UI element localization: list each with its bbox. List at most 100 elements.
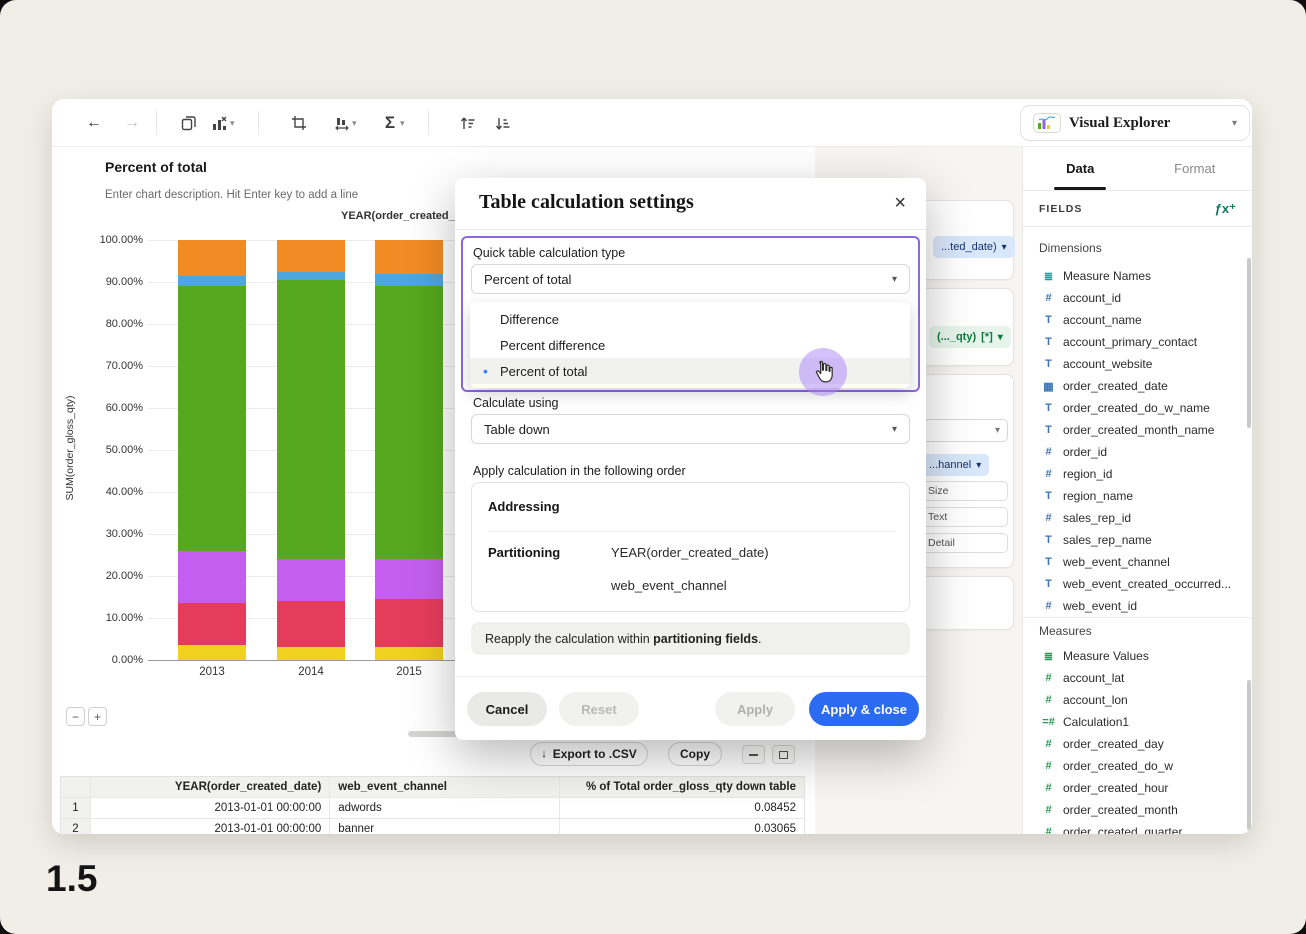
field-item-order-created-date[interactable]: ▦order_created_date <box>1023 375 1245 397</box>
bar-segment-segment-purple[interactable] <box>375 559 443 599</box>
field-item-web-event-created-occurred-[interactable]: Tweb_event_created_occurred... <box>1023 573 1245 595</box>
export-csv-button[interactable]: ↓ Export to .CSV <box>530 742 648 766</box>
field-item-order-created-day[interactable]: #order_created_day <box>1023 733 1245 755</box>
field-item-order-created-do-w-name[interactable]: Torder_created_do_w_name <box>1023 397 1245 419</box>
field-label: order_created_month_name <box>1063 423 1214 437</box>
quick-calc-select[interactable]: Percent of total ▾ <box>471 264 910 294</box>
bar-segment-segment-orange[interactable] <box>375 240 443 274</box>
back-arrow-icon[interactable]: ← <box>82 111 106 135</box>
columns-field-pill[interactable]: ...ted_date) ▾ <box>933 236 1015 258</box>
sigma-aggregate-icon[interactable]: Σ <box>378 111 402 135</box>
sort-ascending-icon[interactable] <box>455 111 479 135</box>
calculate-using-select[interactable]: Table down ▾ <box>471 414 910 444</box>
workspace-caret-icon[interactable]: ▾ <box>1232 118 1237 129</box>
field-item-account-website[interactable]: Taccount_website <box>1023 353 1245 375</box>
field-item-region-id[interactable]: #region_id <box>1023 463 1245 485</box>
collapse-table-button[interactable] <box>742 745 765 764</box>
bar-segment-segment-purple[interactable] <box>178 551 246 604</box>
field-item-account-primary-contact[interactable]: Taccount_primary_contact <box>1023 331 1245 353</box>
tab-format[interactable]: Format <box>1138 147 1253 190</box>
channel-column-header[interactable]: web_event_channel <box>330 777 559 797</box>
partitioning-field[interactable]: web_event_channel <box>611 578 727 593</box>
bar-segment-segment-yellow[interactable] <box>277 647 345 660</box>
field-item-order-created-month-name[interactable]: Torder_created_month_name <box>1023 419 1245 441</box>
sort-descending-icon[interactable] <box>490 111 514 135</box>
forward-arrow-icon[interactable]: → <box>120 111 144 135</box>
duplicate-icon[interactable] <box>177 111 201 135</box>
year-column-header[interactable]: YEAR(order_created_date) <box>91 777 330 797</box>
field-item-sales-rep-id[interactable]: #sales_rep_id <box>1023 507 1245 529</box>
bar-segment-segment-green[interactable] <box>375 286 443 559</box>
expand-table-button[interactable] <box>772 745 795 764</box>
detail-drop-target[interactable]: Detail <box>919 533 1008 553</box>
field-item-account-id[interactable]: #account_id <box>1023 287 1245 309</box>
add-calculation-icon[interactable]: ƒx⁺ <box>1215 201 1236 217</box>
apply-and-close-button[interactable]: Apply & close <box>809 692 919 726</box>
pct-column-header[interactable]: % of Total order_gloss_qty down table <box>560 777 804 797</box>
pill-caret-icon[interactable]: ▾ <box>1002 242 1007 253</box>
rows-field-pill[interactable]: (..._qty) [*] ▾ <box>929 326 1011 348</box>
field-item-measure-values[interactable]: ≣Measure Values <box>1023 645 1245 667</box>
apply-button[interactable]: Apply <box>715 692 795 726</box>
measures-scrollbar-thumb[interactable] <box>1247 680 1251 830</box>
field-item-order-created-quarter[interactable]: #order_created_quarter <box>1023 821 1245 834</box>
chart-options-caret-icon[interactable]: ▾ <box>230 118 235 129</box>
result-table: YEAR(order_created_date) web_event_chann… <box>60 776 805 834</box>
dropdown-option-difference[interactable]: Difference <box>470 306 910 332</box>
text-drop-target[interactable]: Text <box>919 507 1008 527</box>
bar-segment-segment-green[interactable] <box>178 286 246 551</box>
bar-segment-segment-red[interactable] <box>277 601 345 647</box>
bar-segment-segment-orange[interactable] <box>178 240 246 276</box>
field-item-web-event-id[interactable]: #web_event_id <box>1023 595 1245 617</box>
partitioning-field[interactable]: YEAR(order_created_date) <box>611 545 769 560</box>
bar-segment-segment-blue[interactable] <box>178 276 246 287</box>
swap-axes-icon[interactable] <box>330 111 354 135</box>
chart-subtitle[interactable]: Enter chart description. Hit Enter key t… <box>105 189 358 201</box>
swap-axes-caret-icon[interactable]: ▾ <box>352 118 357 129</box>
bar-segment-segment-yellow[interactable] <box>178 645 246 660</box>
field-item-account-lon[interactable]: #account_lon <box>1023 689 1245 711</box>
dropdown-option-percent-difference[interactable]: Percent difference <box>470 332 910 358</box>
reset-button[interactable]: Reset <box>559 692 639 726</box>
size-drop-target[interactable]: Size <box>919 481 1008 501</box>
cancel-button[interactable]: Cancel <box>467 692 547 726</box>
bar-segment-segment-red[interactable] <box>375 599 443 647</box>
tab-data[interactable]: Data <box>1023 147 1138 190</box>
field-item-order-created-do-w[interactable]: #order_created_do_w <box>1023 755 1245 777</box>
dimensions-scrollbar-thumb[interactable] <box>1247 258 1251 428</box>
field-label: account_website <box>1063 357 1152 371</box>
zoom-in-button[interactable]: + <box>88 707 107 726</box>
field-item-calculation1[interactable]: =#Calculation1 <box>1023 711 1245 733</box>
bar-segment-segment-yellow[interactable] <box>375 647 443 660</box>
field-item-order-created-month[interactable]: #order_created_month <box>1023 799 1245 821</box>
workspace-selector[interactable]: Visual Explorer ▾ <box>1020 105 1250 141</box>
bar-segment-segment-blue[interactable] <box>375 274 443 287</box>
field-item-web-event-channel[interactable]: Tweb_event_channel <box>1023 551 1245 573</box>
marks-field-pill[interactable]: ...hannel ▾ <box>921 454 989 476</box>
mark-type-select[interactable]: ▾ <box>919 419 1008 442</box>
table-row[interactable]: 22013-01-01 00:00:00banner0.03065 <box>61 819 804 834</box>
bar-segment-segment-red[interactable] <box>178 603 246 645</box>
bar-segment-segment-orange[interactable] <box>277 240 345 272</box>
table-row[interactable]: 12013-01-01 00:00:00adwords0.08452 <box>61 798 804 819</box>
pill-caret-icon[interactable]: ▾ <box>998 332 1003 343</box>
field-item-measure-names[interactable]: ≣Measure Names <box>1023 265 1245 287</box>
crop-icon[interactable] <box>287 111 311 135</box>
field-item-order-created-hour[interactable]: #order_created_hour <box>1023 777 1245 799</box>
chart-options-icon[interactable] <box>207 111 231 135</box>
pill-caret-icon[interactable]: ▾ <box>976 460 981 471</box>
bar-segment-segment-purple[interactable] <box>277 559 345 601</box>
fields-label: FIELDS <box>1039 203 1215 215</box>
sigma-caret-icon[interactable]: ▾ <box>400 118 405 129</box>
zoom-out-button[interactable]: − <box>66 707 85 726</box>
field-item-account-name[interactable]: Taccount_name <box>1023 309 1245 331</box>
bar-segment-segment-green[interactable] <box>277 280 345 559</box>
close-icon[interactable]: × <box>894 191 906 215</box>
field-item-region-name[interactable]: Tregion_name <box>1023 485 1245 507</box>
copy-button[interactable]: Copy <box>668 742 722 766</box>
toolbar-divider <box>156 111 157 135</box>
field-item-account-lat[interactable]: #account_lat <box>1023 667 1245 689</box>
field-item-sales-rep-name[interactable]: Tsales_rep_name <box>1023 529 1245 551</box>
field-item-order-id[interactable]: #order_id <box>1023 441 1245 463</box>
bar-segment-segment-blue[interactable] <box>277 272 345 280</box>
